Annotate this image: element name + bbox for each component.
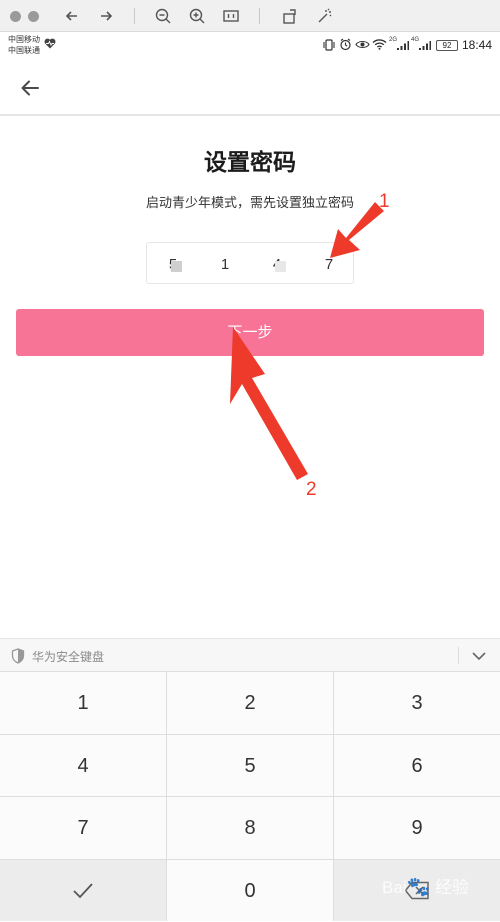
viewer-toolbar: [0, 0, 500, 32]
key-6[interactable]: 6: [334, 735, 500, 796]
page-subtitle: 启动青少年模式，需先设置独立密码: [145, 196, 354, 211]
heart-rate-icon: [44, 38, 56, 49]
key-4[interactable]: 4: [0, 735, 166, 796]
rotate-icon[interactable]: [280, 6, 300, 26]
arrow-right-icon[interactable]: [96, 6, 116, 26]
minimize-dot-icon[interactable]: [28, 11, 39, 22]
toolbar-divider: [259, 8, 260, 24]
pin-digit-2: 1: [220, 256, 230, 273]
baidu-jingyan-watermark: Bai🐾 经验: [382, 877, 469, 898]
vibrate-icon: [323, 39, 335, 51]
chevron-down-icon[interactable]: [471, 649, 487, 663]
eye-comfort-icon: [355, 40, 370, 49]
alarm-icon: [340, 38, 351, 51]
keyboard-divider: [458, 647, 459, 664]
key-5[interactable]: 5: [167, 735, 333, 796]
next-step-button[interactable]: 下一步: [16, 309, 484, 356]
app-header: [0, 58, 500, 116]
arrow-left-icon[interactable]: [62, 6, 82, 26]
key-8[interactable]: 8: [167, 797, 333, 859]
magic-wand-icon[interactable]: [314, 6, 334, 26]
wifi-icon: [372, 39, 387, 50]
pin-digit-4: 7: [324, 256, 334, 273]
key-7[interactable]: 7: [0, 797, 166, 859]
key-0[interactable]: 0: [167, 860, 333, 921]
pin-mosaic: [171, 261, 182, 272]
status-time: 18:44: [461, 38, 492, 52]
carrier-1: 中国移动: [8, 35, 40, 44]
pin-input[interactable]: 5 1 4 7: [146, 242, 354, 284]
status-bar: 中国移动 中国联通 2G 4G 92 18:44: [0, 32, 500, 58]
back-arrow-icon[interactable]: [16, 74, 44, 102]
zoom-out-icon[interactable]: [153, 6, 173, 26]
shield-icon: [11, 648, 25, 664]
annotation-label-2: 2: [306, 479, 317, 500]
keyboard-title: 华为安全键盘: [32, 650, 105, 664]
key-1[interactable]: 1: [0, 672, 166, 734]
battery-indicator: 92: [436, 40, 458, 51]
zoom-in-icon[interactable]: [187, 6, 207, 26]
close-dot-icon[interactable]: [10, 11, 21, 22]
annotation-label-1: 1: [379, 191, 390, 212]
signal-1-icon: [397, 41, 409, 50]
carrier-2: 中国联通: [8, 46, 40, 55]
key-2[interactable]: 2: [167, 672, 333, 734]
key-3[interactable]: 3: [334, 672, 500, 734]
pin-mosaic: [275, 261, 286, 272]
checkmark-icon: [73, 883, 93, 899]
toolbar-divider: [134, 8, 135, 24]
key-9[interactable]: 9: [334, 797, 500, 859]
keyboard-header: 华为安全键盘: [0, 638, 500, 671]
confirm-key[interactable]: [0, 860, 166, 921]
actual-size-icon[interactable]: [221, 6, 241, 26]
signal-2-icon: [419, 41, 431, 50]
page-title: 设置密码: [204, 150, 296, 176]
